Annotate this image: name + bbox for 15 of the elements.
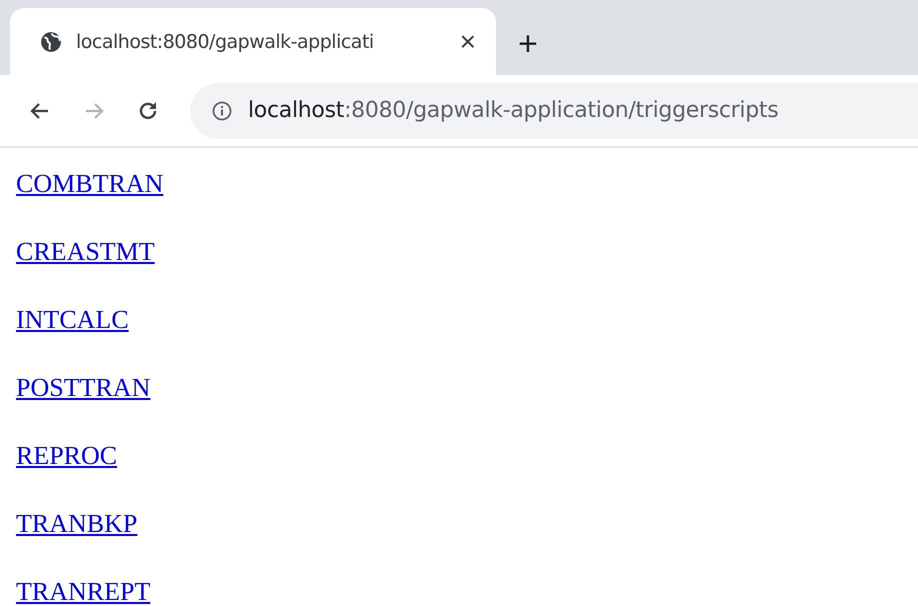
new-tab-button[interactable]: + xyxy=(518,27,538,61)
link[interactable]: TRANREPT xyxy=(16,576,150,606)
url-text: localhost:8080/gapwalk-application/triggerscripts xyxy=(248,98,778,123)
browser-tab[interactable]: localhost:8080/gapwalk-applicati × xyxy=(10,8,496,75)
info-icon xyxy=(212,100,232,120)
link[interactable]: TRANBKP xyxy=(16,508,138,539)
link[interactable]: REPROC xyxy=(16,440,118,471)
close-tab-button[interactable]: × xyxy=(460,28,476,56)
link[interactable]: POSTTRAN xyxy=(16,372,150,403)
link[interactable]: COMBTRAN xyxy=(16,168,164,199)
link[interactable]: CREASTMT xyxy=(16,236,155,267)
globe-icon xyxy=(40,30,62,52)
tab-title: localhost:8080/gapwalk-applicati xyxy=(76,30,375,52)
link[interactable]: INTCALC xyxy=(16,304,129,335)
address-bar[interactable]: localhost:8080/gapwalk-application/triggerscripts xyxy=(190,82,918,138)
